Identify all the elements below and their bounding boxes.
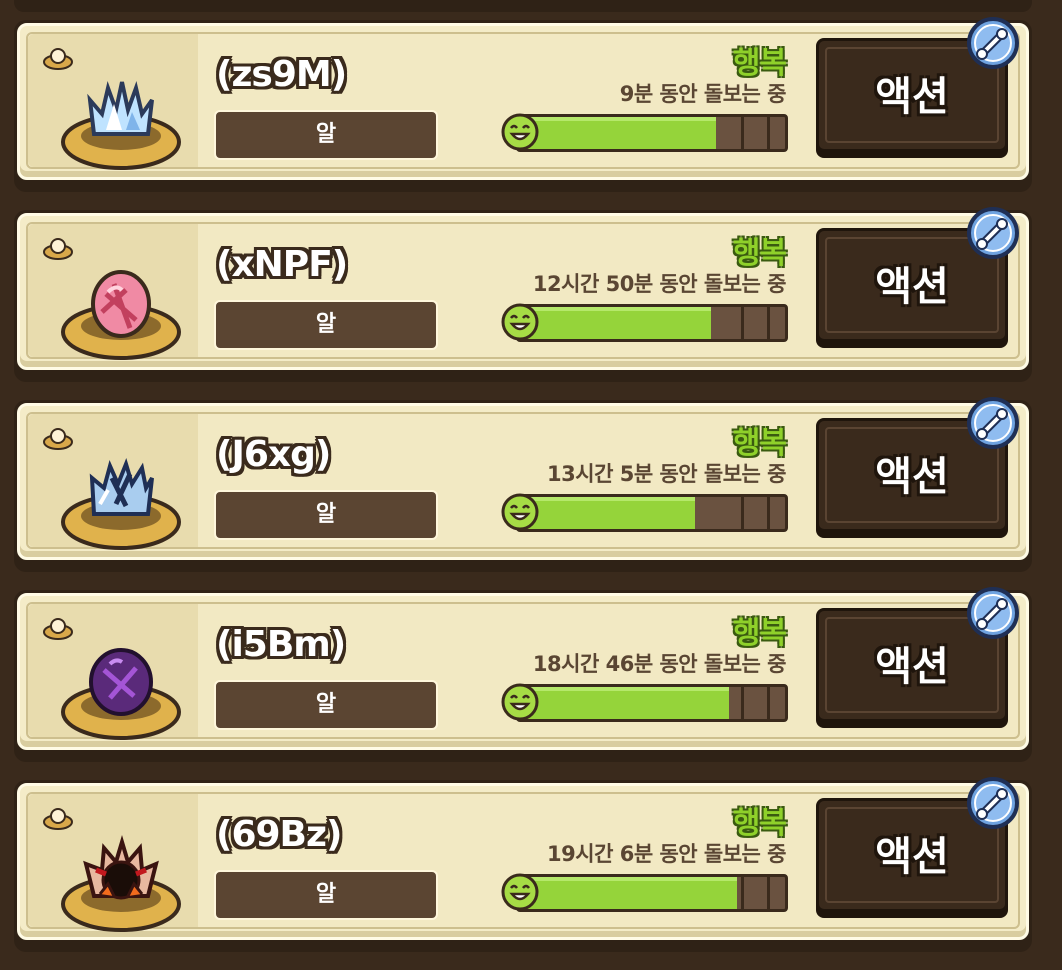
happiness-bar-track <box>516 684 788 722</box>
pet-card-body: (J6xg) 알 행복 13시간 5분 동안 돌보는 중 액션 <box>17 397 1029 560</box>
bar-segment-divider <box>767 687 770 719</box>
bar-segment-divider <box>741 687 744 719</box>
bar-segment-divider <box>741 497 744 529</box>
bar-segment-divider <box>767 497 770 529</box>
pet-icon-panel <box>28 794 198 932</box>
pet-card-body: (69Bz) 알 행복 19시간 6분 동안 돌보는 중 액션 <box>17 777 1029 940</box>
pet-icon-panel <box>28 414 198 550</box>
bar-segment-divider <box>767 877 770 909</box>
happiness-bar <box>500 682 790 722</box>
settings-wrench-icon[interactable] <box>966 206 1020 260</box>
pet-card: (xNPF) 알 행복 12시간 50분 동안 돌보는 중 액션 <box>14 207 1032 382</box>
smiley-face-icon <box>501 683 539 721</box>
pet-card: (zs9M) 알 행복 9분 동안 돌보는 중 액션 <box>14 17 1032 192</box>
pet-icon-panel <box>28 604 198 740</box>
happiness-bar-fill <box>519 687 730 719</box>
settings-wrench-icon[interactable] <box>966 586 1020 640</box>
pink-leaf-egg-icon <box>61 270 181 360</box>
care-duration-text: 13시간 5분 동안 돌보는 중 <box>547 462 786 486</box>
pet-name: (J6xg) <box>216 434 331 475</box>
happiness-bar <box>500 112 790 152</box>
pet-name: (i5Bm) <box>216 624 346 665</box>
happiness-bar <box>500 872 790 912</box>
pet-card: (69Bz) 알 행복 19시간 6분 동안 돌보는 중 액션 <box>14 777 1032 952</box>
mood-label: 행복 <box>732 46 787 81</box>
pet-card: (i5Bm) 알 행복 18시간 46분 동안 돌보는 중 액션 <box>14 587 1032 762</box>
pet-list: (zs9M) 알 행복 9분 동안 돌보는 중 액션 (xNPF) 알 행복 1… <box>14 17 1034 970</box>
happiness-bar <box>500 302 790 342</box>
mood-label: 행복 <box>732 806 787 841</box>
stage-badge: 알 <box>214 870 438 920</box>
settings-wrench-icon[interactable] <box>966 16 1020 70</box>
bar-segment-divider <box>741 307 744 339</box>
pet-icon-panel <box>28 224 198 360</box>
bar-segment-divider <box>741 877 744 909</box>
smiley-face-icon <box>501 303 539 341</box>
mood-label: 행복 <box>732 426 787 461</box>
happiness-bar-fill <box>519 497 695 529</box>
happiness-bar-track <box>516 114 788 152</box>
pet-name: (69Bz) <box>216 814 342 855</box>
smiley-face-icon <box>501 493 539 531</box>
settings-wrench-icon[interactable] <box>966 776 1020 830</box>
pet-icon-panel <box>28 34 198 170</box>
happiness-bar-fill <box>519 117 716 149</box>
mood-label: 행복 <box>732 236 787 271</box>
stage-badge: 알 <box>214 680 438 730</box>
care-duration-text: 9분 동안 돌보는 중 <box>619 82 787 106</box>
bar-segment-divider <box>767 307 770 339</box>
cracked-ice-egg-icon <box>61 457 181 550</box>
mood-label: 행복 <box>732 616 787 651</box>
happiness-bar-fill <box>519 307 711 339</box>
pet-card-body: (xNPF) 알 행복 12시간 50분 동안 돌보는 중 액션 <box>17 207 1029 370</box>
happiness-bar-track <box>516 874 788 912</box>
pet-card-body: (zs9M) 알 행복 9분 동안 돌보는 중 액션 <box>17 17 1029 180</box>
bar-segment-divider <box>767 117 770 149</box>
care-duration-text: 19시간 6분 동안 돌보는 중 <box>547 842 786 866</box>
purple-egg-icon <box>61 648 181 740</box>
previous-card-edge <box>14 0 1032 12</box>
happiness-bar-track <box>516 494 788 532</box>
bar-segment-divider <box>741 117 744 149</box>
pet-name: (xNPF) <box>216 244 348 285</box>
pet-name: (zs9M) <box>216 54 347 95</box>
care-duration-text: 12시간 50분 동안 돌보는 중 <box>532 272 787 296</box>
happiness-bar-track <box>516 304 788 342</box>
smiley-face-icon <box>501 873 539 911</box>
settings-wrench-icon[interactable] <box>966 396 1020 450</box>
ice-crystal-egg-icon <box>61 80 181 170</box>
stage-badge: 알 <box>214 300 438 350</box>
smiley-face-icon <box>501 113 539 151</box>
happiness-bar-fill <box>519 877 738 909</box>
pet-card: (J6xg) 알 행복 13시간 5분 동안 돌보는 중 액션 <box>14 397 1032 572</box>
fire-spiky-egg-icon <box>61 835 181 932</box>
pet-card-body: (i5Bm) 알 행복 18시간 46분 동안 돌보는 중 액션 <box>17 587 1029 750</box>
happiness-bar <box>500 492 790 532</box>
stage-badge: 알 <box>214 490 438 540</box>
care-duration-text: 18시간 46분 동안 돌보는 중 <box>532 652 787 676</box>
stage-badge: 알 <box>214 110 438 160</box>
